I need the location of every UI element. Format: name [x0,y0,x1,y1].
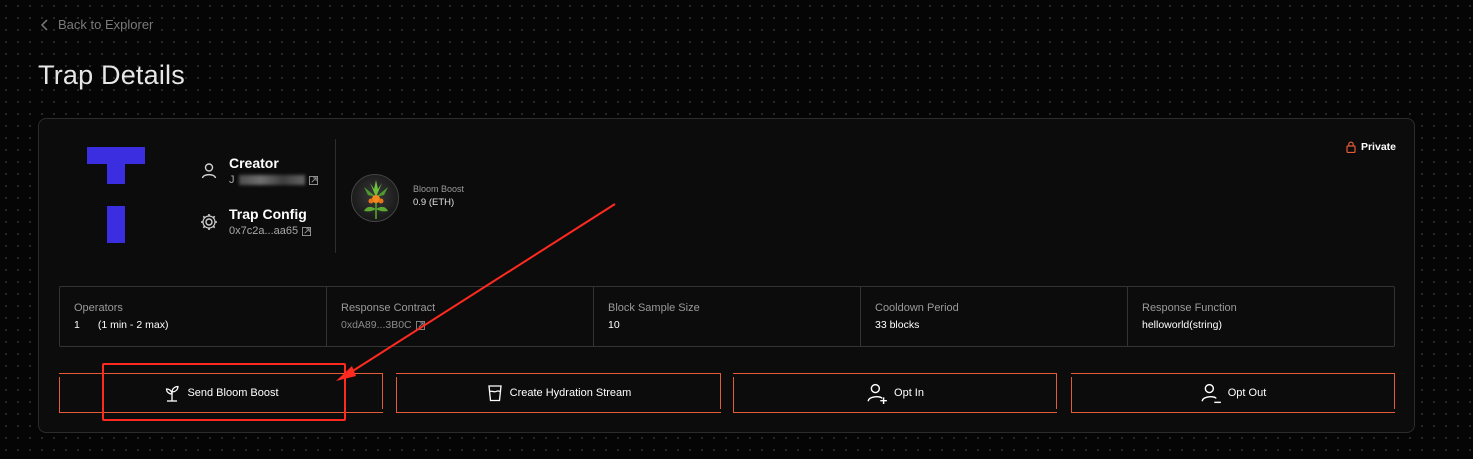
stat-extra: (1 min - 2 max) [97,319,169,331]
opt-out-button[interactable]: Opt Out [1071,373,1395,413]
trap-details-card: Creator J Trap Config 0x7c2a...aa65 Bloo… [38,118,1415,433]
stat-block-sample-size: Block Sample Size 10 [594,287,861,346]
stat-label: Response Contract [341,302,436,314]
creator-address: J [229,174,235,186]
vertical-divider [335,139,336,253]
stat-label: Response Function [1142,302,1237,314]
external-link-icon[interactable] [415,320,425,330]
trap-config-address[interactable]: 0x7c2a...aa65 [229,225,298,237]
opt-in-button[interactable]: Opt In [733,373,1057,413]
send-bloom-boost-button[interactable]: Send Bloom Boost [59,373,383,413]
private-badge: Private [1346,141,1396,153]
gear-icon [201,214,217,230]
external-link-icon[interactable] [302,226,312,236]
stat-response-contract: Response Contract 0xdA89...3B0C [327,287,594,346]
button-label: Opt In [894,387,924,399]
creator-info: Creator J [199,155,318,186]
trap-stats-panel: Operators 1 (1 min - 2 max) Response Con… [59,286,1395,347]
back-to-explorer-link[interactable]: Back to Explorer [40,17,153,32]
stat-label: Block Sample Size [608,302,700,314]
creator-title: Creator [229,155,279,171]
stat-value: 10 [608,319,620,331]
sprout-icon [166,385,180,402]
external-link-icon[interactable] [308,175,318,185]
back-link-label: Back to Explorer [58,17,154,32]
user-minus-icon [1201,383,1221,404]
button-label: Create Hydration Stream [509,387,632,399]
page-title: Trap Details [38,60,185,90]
button-label: Opt Out [1227,387,1267,399]
stat-label: Operators [74,302,123,314]
lock-icon [1346,141,1356,153]
trap-config-title: Trap Config [229,206,307,222]
stat-label: Cooldown Period [875,302,959,314]
stat-cooldown-period: Cooldown Period 33 blocks [861,287,1128,346]
user-icon [201,163,217,179]
visibility-label: Private [1360,141,1396,153]
stat-response-function: Response Function helloworld(string) [1128,287,1394,346]
stat-value: 1 [74,319,80,331]
redacted-address [238,175,305,185]
bloom-boost-name: Bloom Boost [413,184,465,194]
create-hydration-stream-button[interactable]: Create Hydration Stream [396,373,721,413]
stat-value[interactable]: 0xdA89...3B0C [341,319,412,331]
bloom-boost-avatar [351,174,399,222]
trap-logo [87,147,145,243]
flower-icon [364,180,388,219]
trap-config-info: Trap Config 0x7c2a...aa65 [199,206,312,237]
button-label: Send Bloom Boost [187,387,279,399]
cup-icon [487,385,502,402]
stat-value: helloworld(string) [1142,319,1222,331]
bloom-boost-value: 0.9 (ETH) [413,197,455,208]
chevron-left-icon [40,18,48,31]
user-plus-icon [867,383,887,404]
stat-operators: Operators 1 (1 min - 2 max) [60,287,327,346]
stat-value: 33 blocks [875,319,920,331]
